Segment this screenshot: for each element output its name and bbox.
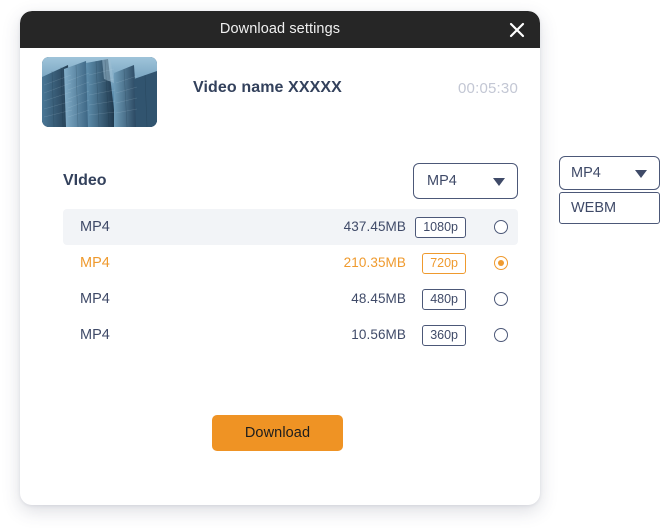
- dialog-titlebar: Download settings: [20, 11, 540, 48]
- format-select-value: MP4: [427, 173, 457, 189]
- row-format: MP4: [80, 219, 110, 235]
- row-format: MP4: [80, 255, 110, 271]
- video-thumbnail: [42, 57, 157, 127]
- row-size: 437.45MB: [343, 219, 406, 234]
- row-quality-badge: 360p: [422, 325, 466, 346]
- dialog-title: Download settings: [219, 21, 341, 37]
- close-icon[interactable]: [502, 15, 532, 45]
- row-size: 48.45MB: [351, 291, 406, 306]
- format-dropdown-trigger[interactable]: MP4: [559, 156, 660, 190]
- row-format: MP4: [80, 327, 110, 343]
- chevron-down-icon: [493, 178, 505, 186]
- table-row[interactable]: MP4 48.45MB 480p: [63, 281, 518, 317]
- format-select[interactable]: MP4: [413, 163, 518, 199]
- row-quality-badge: 480p: [422, 289, 466, 310]
- row-quality-badge: 720p: [422, 253, 466, 274]
- video-section-header: VIdeo MP4: [63, 163, 518, 201]
- download-button[interactable]: Download: [212, 415, 343, 451]
- format-dropdown-menu: WEBM: [559, 192, 660, 224]
- chevron-down-icon: [635, 170, 647, 178]
- section-label: VIdeo: [63, 172, 107, 189]
- table-row[interactable]: MP4 10.56MB 360p: [63, 317, 518, 353]
- video-duration: 00:05:30: [458, 80, 518, 97]
- table-row[interactable]: MP4 437.45MB 1080p: [63, 209, 518, 245]
- download-settings-dialog: Download settings Video name XXXXX 00:05…: [20, 11, 540, 505]
- format-dropdown-expanded: MP4 WEBM: [559, 156, 660, 224]
- quality-list: MP4 437.45MB 1080p MP4 210.35MB 720p MP4…: [63, 209, 518, 353]
- row-format: MP4: [80, 291, 110, 307]
- row-size: 10.56MB: [351, 327, 406, 342]
- video-info: Video name XXXXX 00:05:30: [42, 57, 518, 129]
- table-row[interactable]: MP4 210.35MB 720p: [63, 245, 518, 281]
- video-title: Video name XXXXX: [193, 79, 342, 96]
- row-radio-button[interactable]: [494, 292, 508, 306]
- row-size: 210.35MB: [343, 255, 406, 270]
- row-radio-button[interactable]: [494, 220, 508, 234]
- format-option-webm[interactable]: WEBM: [560, 193, 659, 223]
- row-radio-button[interactable]: [494, 256, 508, 270]
- row-radio-button[interactable]: [494, 328, 508, 342]
- row-quality-badge: 1080p: [415, 217, 466, 238]
- format-dropdown-value: MP4: [571, 165, 601, 181]
